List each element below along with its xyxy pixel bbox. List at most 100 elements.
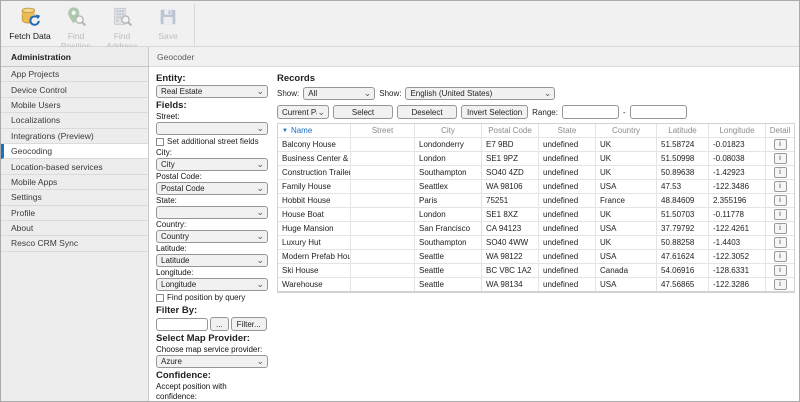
main-panel: Geocoder Entity: Real Estate ⌄ Fields: S…	[149, 47, 799, 401]
cell-state: undefined	[539, 250, 596, 263]
additional-street-checkbox[interactable]	[156, 138, 164, 146]
column-header-street[interactable]: Street	[351, 124, 415, 137]
sidebar-item-app-projects[interactable]: App Projects	[1, 67, 148, 82]
cell-longitude: -122.3286	[709, 278, 766, 291]
sidebar-item-localizations[interactable]: Localizations	[1, 113, 148, 128]
sidebar-item-device-control[interactable]: Device Control	[1, 82, 148, 97]
cell-longitude: -128.6331	[709, 264, 766, 277]
cell-street	[351, 222, 415, 235]
sidebar-item-mobile-users[interactable]: Mobile Users	[1, 98, 148, 113]
cell-country: USA	[596, 180, 657, 193]
cell-name: Huge Mansion	[278, 222, 351, 235]
show-filter-select[interactable]: All ⌄	[303, 87, 375, 100]
cell-postal-code: CA 94123	[482, 222, 539, 235]
table-row[interactable]: House BoatLondonSE1 8XZundefinedUK51.507…	[278, 208, 794, 222]
column-header-longitude[interactable]: Longitude	[709, 124, 766, 137]
cell-city: London	[415, 208, 482, 221]
table-row[interactable]: Ski HouseSeattleBC V8C 1A2undefinedCanad…	[278, 264, 794, 278]
page-scope-select[interactable]: Current Page ⌄	[277, 105, 329, 119]
sidebar-item-location-based-services[interactable]: Location-based services	[1, 159, 148, 174]
table-row[interactable]: Huge MansionSan FranciscoCA 94123undefin…	[278, 222, 794, 236]
sidebar-item-geocoding[interactable]: Geocoding	[1, 144, 148, 159]
detail-button[interactable]: i	[774, 251, 787, 262]
cell-postal-code: SE1 9PZ	[482, 152, 539, 165]
table-row[interactable]: Family HouseSeattlexWA 98106undefinedUSA…	[278, 180, 794, 194]
latitude-select[interactable]: Latitude ⌄	[156, 254, 268, 267]
postal-code-select[interactable]: Postal Code ⌄	[156, 182, 268, 195]
detail-button[interactable]: i	[774, 265, 787, 276]
range-to-input[interactable]	[630, 105, 687, 119]
cell-latitude: 37.79792	[657, 222, 709, 235]
column-header-city[interactable]: City	[415, 124, 482, 137]
sidebar-item-settings[interactable]: Settings	[1, 190, 148, 205]
invert-selection-button[interactable]: Invert Selection	[461, 105, 528, 119]
detail-button[interactable]: i	[774, 195, 787, 206]
sidebar-item-resco-crm-sync[interactable]: Resco CRM Sync	[1, 236, 148, 251]
table-row[interactable]: Construction TrailerSouthamptonSO40 4ZDu…	[278, 166, 794, 180]
sidebar-item-profile[interactable]: Profile	[1, 206, 148, 221]
table-row[interactable]: Balcony HouseLondonderryE7 9BDundefinedU…	[278, 138, 794, 152]
street-select[interactable]: ⌄	[156, 122, 268, 135]
table-row[interactable]: Hobbit HouseParis75251undefinedFrance48.…	[278, 194, 794, 208]
sidebar-item-integrations-preview[interactable]: Integrations (Preview)	[1, 129, 148, 144]
table-row[interactable]: Modern Prefab HouseSeattleWA 98122undefi…	[278, 250, 794, 264]
find-position-button[interactable]: Find Position	[53, 4, 99, 52]
detail-button[interactable]: i	[774, 167, 787, 178]
sidebar-item-mobile-apps[interactable]: Mobile Apps	[1, 175, 148, 190]
cell-detail: i	[766, 222, 794, 235]
column-header-state[interactable]: State	[539, 124, 596, 137]
cell-street	[351, 138, 415, 151]
longitude-select[interactable]: Longitude ⌄	[156, 278, 268, 291]
column-header-postal-code[interactable]: Postal Code	[482, 124, 539, 137]
street-label: Street:	[156, 112, 268, 121]
cell-latitude: 54.06916	[657, 264, 709, 277]
cell-detail: i	[766, 264, 794, 277]
cell-longitude: -122.3486	[709, 180, 766, 193]
detail-button[interactable]: i	[774, 209, 787, 220]
column-header-name[interactable]: ▼ Name	[278, 124, 351, 137]
cell-name: Hobbit House	[278, 194, 351, 207]
sidebar-item-about[interactable]: About	[1, 221, 148, 236]
column-header-detail[interactable]: Detail	[766, 124, 794, 137]
records-table: ▼ Name Street City Postal Code State Cou…	[277, 123, 795, 293]
state-select[interactable]: ⌄	[156, 206, 268, 219]
chevron-down-icon: ⌄	[256, 234, 264, 239]
cell-street	[351, 236, 415, 249]
detail-button[interactable]: i	[774, 153, 787, 164]
table-row[interactable]: Business Center & CoLondonSE1 9PZundefin…	[278, 152, 794, 166]
city-select[interactable]: City ⌄	[156, 158, 268, 171]
detail-button[interactable]: i	[774, 223, 787, 234]
cell-detail: i	[766, 194, 794, 207]
country-select[interactable]: Country ⌄	[156, 230, 268, 243]
chevron-down-icon: ⌄	[256, 186, 264, 191]
filter-input[interactable]	[156, 318, 208, 331]
range-from-input[interactable]	[562, 105, 619, 119]
save-button[interactable]: Save	[145, 4, 191, 42]
cell-postal-code: WA 98122	[482, 250, 539, 263]
column-header-country[interactable]: Country	[596, 124, 657, 137]
cell-country: Canada	[596, 264, 657, 277]
cell-city: Londonderry	[415, 138, 482, 151]
column-header-latitude[interactable]: Latitude	[657, 124, 709, 137]
entity-select[interactable]: Real Estate ⌄	[156, 85, 268, 98]
table-row[interactable]: Luxury HutSouthamptonSO40 4WWundefinedUK…	[278, 236, 794, 250]
detail-button[interactable]: i	[774, 181, 787, 192]
select-button[interactable]: Select	[333, 105, 393, 119]
find-position-query-checkbox[interactable]	[156, 294, 164, 302]
find-address-button[interactable]: Find Address	[99, 4, 145, 52]
detail-button[interactable]: i	[774, 139, 787, 150]
cell-state: undefined	[539, 138, 596, 151]
browse-button[interactable]: ...	[210, 317, 229, 331]
fetch-data-button[interactable]: Fetch Data	[7, 4, 53, 42]
detail-button[interactable]: i	[774, 279, 787, 290]
language-label: Show:	[379, 89, 401, 98]
map-provider-select[interactable]: Azure ⌄	[156, 355, 268, 368]
cell-longitude: -0.01823	[709, 138, 766, 151]
deselect-button[interactable]: Deselect	[397, 105, 457, 119]
language-select[interactable]: English (United States) ⌄	[405, 87, 555, 100]
filter-button[interactable]: Filter...	[231, 317, 267, 331]
table-row[interactable]: WarehouseSeattleWA 98134undefinedUSA47.5…	[278, 278, 794, 292]
country-label: Country:	[156, 220, 268, 229]
detail-button[interactable]: i	[774, 237, 787, 248]
map-provider-sublabel: Choose map service provider:	[156, 345, 268, 355]
